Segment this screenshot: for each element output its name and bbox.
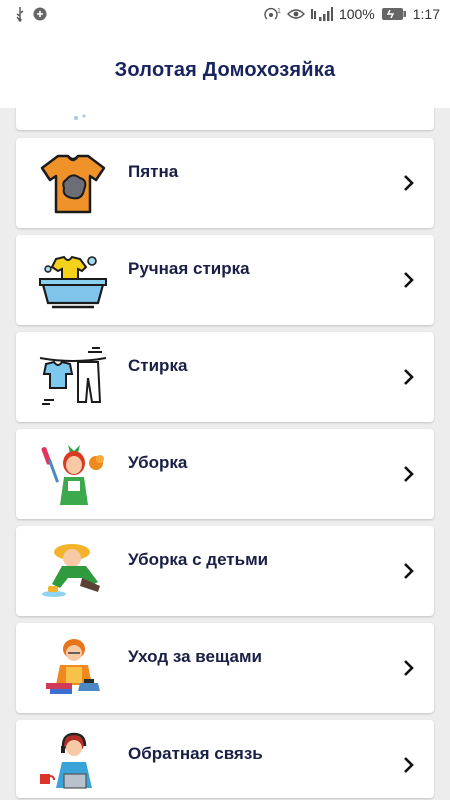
chevron-right-icon [404, 466, 414, 482]
list-item-feedback[interactable]: Обратная связь [16, 720, 434, 798]
clothesline-icon [39, 347, 107, 405]
app-title: Золотая Домохозяйка [114, 58, 336, 81]
svg-text:1: 1 [277, 8, 281, 15]
chevron-right-icon [404, 175, 414, 191]
hand-wash-basin-icon [39, 255, 107, 309]
chevron-right-icon [404, 272, 414, 288]
list-item-label: Уборка [128, 453, 188, 472]
status-bar: 1 100% 1:17 [0, 0, 450, 32]
cleaning-woman-icon [41, 445, 104, 505]
usb-icon [16, 7, 24, 22]
category-list[interactable]: Пятна Ручная стирка Стирка Уборка Уборка… [0, 108, 450, 800]
child-cleaning-floor-icon [42, 544, 100, 597]
chevron-right-icon [404, 757, 414, 773]
status-left-icons [14, 6, 48, 22]
app-notification-icon [33, 7, 47, 21]
list-item-partial[interactable] [16, 108, 434, 130]
signal-icon [310, 7, 333, 21]
eye-comfort-icon [286, 9, 305, 19]
list-item-label: Пятна [128, 162, 179, 181]
list-item-stains[interactable]: Пятна [16, 138, 434, 228]
clock: 1:17 [412, 6, 440, 22]
list-item-cleaning[interactable]: Уборка [16, 429, 434, 519]
chevron-right-icon [404, 369, 414, 385]
list-item-hand-wash[interactable]: Ручная стирка [16, 235, 434, 325]
partial-item-icon [74, 114, 86, 120]
woman-ironing-icon [46, 639, 100, 694]
hotspot-icon: 1 [264, 7, 281, 20]
list-item-laundry[interactable]: Стирка [16, 332, 434, 422]
list-item-label: Уборка с детьми [128, 550, 269, 569]
stained-shirt-icon [40, 154, 106, 214]
battery-charging-icon [381, 8, 406, 20]
list-item-label: Уход за вещами [128, 647, 262, 666]
support-operator-icon [40, 732, 92, 789]
list-item-cleaning-with-kids[interactable]: Уборка с детьми [16, 526, 434, 616]
chevron-right-icon [404, 563, 414, 579]
chevron-right-icon [404, 660, 414, 676]
list-item-label: Обратная связь [128, 744, 263, 763]
list-item-clothes-care[interactable]: Уход за вещами [16, 623, 434, 713]
list-item-label: Стирка [128, 356, 188, 375]
app-header: Золотая Домохозяйка [0, 32, 450, 108]
list-item-label: Ручная стирка [128, 259, 250, 278]
status-right-icons: 1 100% 1:17 [263, 6, 440, 22]
battery-percent: 100% [338, 6, 375, 22]
